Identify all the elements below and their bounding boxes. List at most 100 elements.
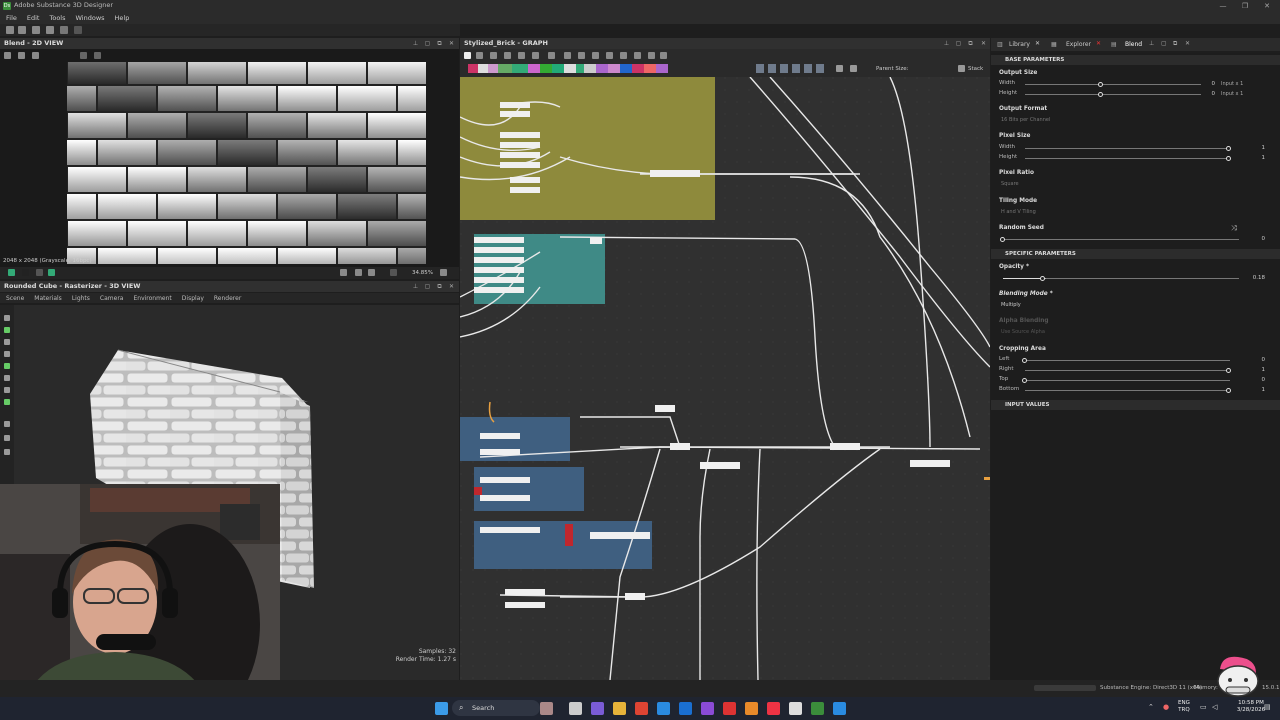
comment-icon[interactable] [532, 52, 539, 59]
crop-top-value[interactable]: 0 [1241, 377, 1266, 383]
tab-explorer-close-icon[interactable]: ✕ [1096, 40, 1101, 47]
fill-tool-icon[interactable] [4, 363, 10, 369]
chrome-icon[interactable] [767, 702, 780, 715]
resize-icon[interactable] [355, 269, 362, 276]
center-icon[interactable] [368, 269, 375, 276]
undo-icon[interactable] [60, 26, 68, 34]
align-icon[interactable] [648, 52, 655, 59]
network-icon[interactable]: ▭ [1200, 703, 1207, 711]
blending-mode-dropdown[interactable]: Multiply [999, 301, 1267, 310]
pixel-width-slider[interactable] [1025, 148, 1230, 149]
node-icon[interactable] [564, 52, 571, 59]
browser-icon[interactable] [657, 702, 670, 715]
shuffle-icon[interactable]: ⤨ [1231, 224, 1237, 233]
crop-bottom-slider[interactable] [1025, 390, 1230, 391]
output-height-value[interactable]: 0 [1191, 91, 1216, 97]
float-icon[interactable]: ▢ [1161, 40, 1167, 47]
tiling-mode-dropdown[interactable]: H and V Tiling [999, 208, 1267, 217]
app-icon[interactable] [635, 702, 648, 715]
output-height-relative[interactable]: Input x 1 [1221, 91, 1243, 97]
close-panel-icon[interactable]: ✕ [448, 283, 455, 290]
random-seed-knob[interactable] [1000, 237, 1005, 242]
widget-icon[interactable] [540, 702, 553, 715]
output-format-dropdown[interactable]: 16 Bits per Channel [999, 116, 1267, 125]
menu-renderer[interactable]: Renderer [214, 295, 241, 302]
pixel-height-value[interactable]: 1 [1241, 155, 1266, 161]
menu-help[interactable]: Help [115, 14, 130, 22]
task-view-icon[interactable] [569, 702, 582, 715]
filter-icon[interactable] [836, 65, 843, 72]
app-icon[interactable] [723, 702, 736, 715]
random-seed-value[interactable]: 0 [1241, 236, 1266, 242]
start-icon[interactable] [435, 702, 448, 715]
copy-icon[interactable] [32, 52, 39, 59]
output-height-knob[interactable] [1098, 92, 1103, 97]
float-icon[interactable]: ▢ [424, 283, 431, 290]
base-parameters-section[interactable]: BASE PARAMETERS [991, 55, 1280, 65]
menu-materials[interactable]: Materials [34, 295, 62, 302]
menu-display[interactable]: Display [182, 295, 204, 302]
graph-canvas[interactable] [460, 77, 990, 680]
align-icon[interactable] [592, 52, 599, 59]
camera-tool-icon[interactable] [4, 375, 10, 381]
opacity-slider[interactable] [1003, 278, 1239, 279]
zoom-icon[interactable] [390, 269, 397, 276]
language-indicator[interactable]: ENG TRQ [1178, 700, 1190, 714]
align-icon[interactable] [620, 52, 627, 59]
menu-scene[interactable]: Scene [6, 295, 24, 302]
eye-tool-icon[interactable] [4, 387, 10, 393]
pixel-width-knob[interactable] [1226, 146, 1231, 151]
output-height-slider[interactable] [1025, 94, 1201, 95]
align-icon[interactable] [660, 52, 667, 59]
node-palette[interactable] [468, 64, 668, 73]
align-icon[interactable] [634, 52, 641, 59]
grid-icon[interactable] [48, 269, 55, 276]
maximize-icon[interactable]: ❐ [1238, 0, 1252, 12]
eyedropper-icon[interactable] [80, 52, 87, 59]
chat-icon[interactable] [591, 702, 604, 715]
alpha-icon[interactable] [22, 269, 29, 276]
redo-icon[interactable] [74, 26, 82, 34]
fit-icon[interactable] [340, 269, 347, 276]
menu-edit[interactable]: Edit [27, 14, 40, 22]
tray-chevron-icon[interactable]: ⌃ [1148, 703, 1154, 711]
output-width-value[interactable]: 0 [1191, 81, 1216, 87]
tab-library-close-icon[interactable]: ✕ [1035, 40, 1040, 47]
render-tool-icon[interactable] [4, 399, 10, 405]
save-all-icon[interactable] [46, 26, 54, 34]
menu-tools[interactable]: Tools [49, 14, 65, 22]
pin-icon[interactable]: ⊥ [943, 40, 950, 47]
output-width-slider[interactable] [1025, 84, 1201, 85]
paint-tool-icon[interactable] [4, 351, 10, 357]
menu-windows[interactable]: Windows [76, 14, 105, 22]
settings-icon[interactable] [18, 26, 26, 34]
filter-icon[interactable] [850, 65, 857, 72]
tab-library[interactable]: Library [1009, 41, 1030, 48]
crop-bottom-knob[interactable] [1226, 388, 1231, 393]
light-tool-icon[interactable] [4, 327, 10, 333]
float-icon[interactable]: ▢ [955, 40, 962, 47]
output-width-knob[interactable] [1098, 82, 1103, 87]
float-icon[interactable]: ▢ [424, 40, 431, 47]
cursor-tool-icon[interactable] [4, 339, 10, 345]
graph-tool-icon[interactable] [476, 52, 483, 59]
pin-icon[interactable]: ⊥ [412, 40, 419, 47]
pixel-height-knob[interactable] [1226, 156, 1231, 161]
tiling-icon[interactable] [36, 269, 43, 276]
maximize-panel-icon[interactable]: ⧉ [967, 40, 974, 47]
tab-blend[interactable]: Blend [1125, 41, 1142, 48]
crop-right-slider[interactable] [1025, 370, 1230, 371]
volume-icon[interactable]: ◁ [1212, 703, 1217, 711]
alpha-blending-dropdown[interactable]: Use Source Alpha [999, 328, 1267, 337]
file-explorer-icon[interactable] [613, 702, 626, 715]
save-image-icon[interactable] [18, 52, 25, 59]
crop-left-value[interactable]: 0 [1241, 357, 1266, 363]
specific-parameters-section[interactable]: SPECIFIC PARAMETERS [991, 249, 1280, 259]
histogram-icon[interactable] [94, 52, 101, 59]
crop-right-knob[interactable] [1226, 368, 1231, 373]
taskbar-search[interactable]: ⌕ Search [452, 700, 540, 716]
grid-icon[interactable] [548, 52, 555, 59]
app-icon[interactable] [833, 702, 846, 715]
stack-icon[interactable] [958, 65, 965, 72]
image-icon[interactable] [4, 52, 11, 59]
